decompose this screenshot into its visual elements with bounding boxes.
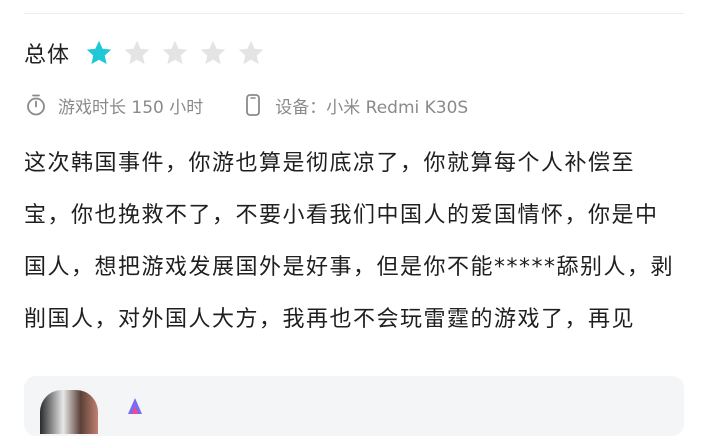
meta-row: 游戏时长 150 小时 设备：小米 Redmi K30S (24, 90, 468, 120)
review-line: 削国人，对外国人大方，我再也不会玩雷霆的游戏了，再见 (24, 307, 636, 332)
star-icon (122, 38, 152, 68)
avatar[interactable] (40, 390, 98, 434)
playtime-text: 游戏时长 150 小时 (58, 97, 204, 118)
star-icon (84, 38, 114, 68)
top-divider (24, 13, 684, 14)
star-icon (160, 38, 190, 68)
badge-icon (124, 394, 146, 416)
review-line: 这次韩国事件，你游也算是彻底凉了，你就算每个人补偿至 (24, 151, 636, 176)
rating-label: 总体 (24, 43, 71, 68)
review-line: 国人，想把游戏发展国外是好事，但是你不能*****舔别人，剥 (24, 255, 675, 280)
review-line: 宝，你也挽救不了，不要小看我们中国人的爱国情怀，你是中 (24, 203, 659, 228)
stopwatch-icon (24, 93, 48, 117)
reply-card[interactable] (24, 376, 684, 436)
star-icon (236, 38, 266, 68)
review-text: 这次韩国事件，你游也算是彻底凉了，你就算每个人补偿至 宝，你也挽救不了，不要小看… (24, 138, 684, 346)
device-meta: 设备：小米 Redmi K30S (241, 93, 468, 118)
star-rating (84, 38, 274, 68)
rating-row: 总体 (24, 33, 274, 73)
device-text: 设备：小米 Redmi K30S (275, 97, 469, 118)
star-icon (198, 38, 228, 68)
phone-icon (241, 93, 265, 117)
playtime-meta: 游戏时长 150 小时 (24, 93, 203, 118)
